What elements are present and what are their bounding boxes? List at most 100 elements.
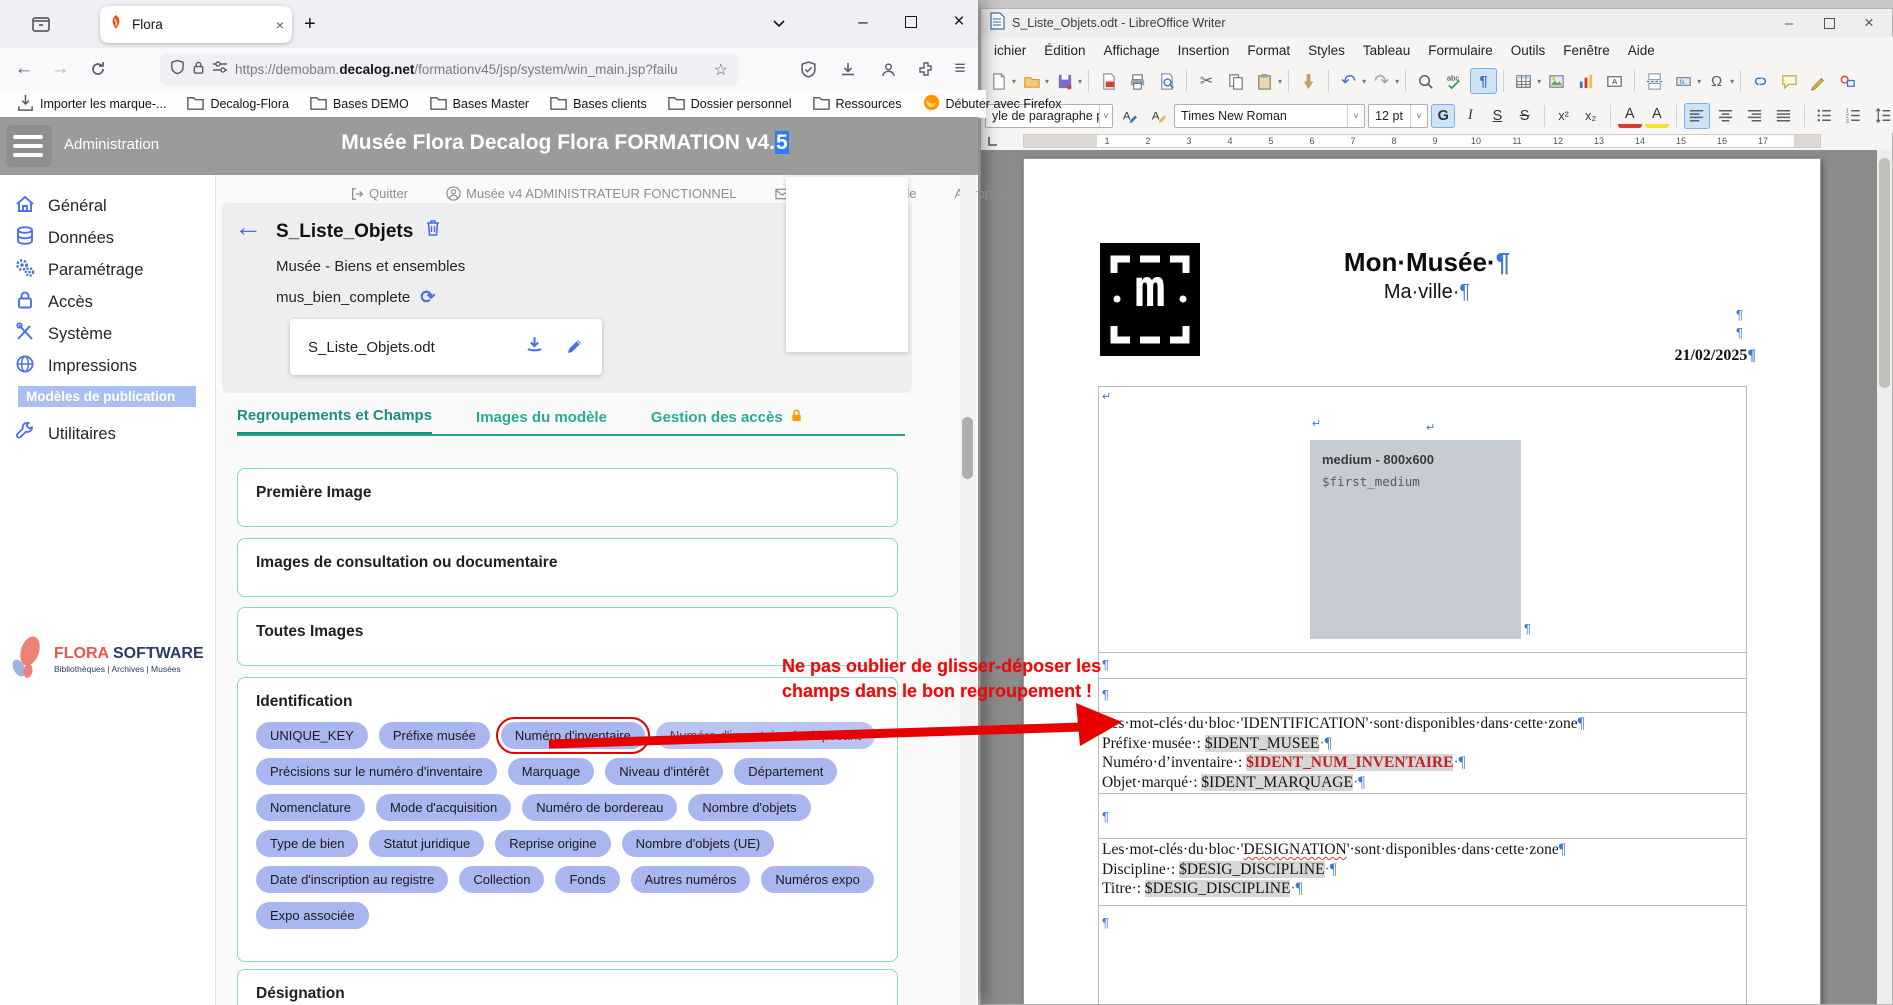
open-dropdown-icon[interactable]: ▾	[1045, 77, 1049, 86]
subscript-button[interactable]: x₂	[1579, 104, 1603, 128]
url-bar[interactable]: https://demobam.decalog.net/formationv45…	[160, 53, 738, 86]
group-images-consultation[interactable]: Images de consultation ou documentaire	[237, 538, 898, 597]
menu-styles[interactable]: Styles	[1299, 40, 1354, 61]
formatting-marks-icon[interactable]: ¶	[1470, 68, 1497, 94]
unordered-list-icon[interactable]	[1812, 103, 1838, 129]
group-identification[interactable]: Identification UNIQUE_KEYPréfixe muséeNu…	[237, 677, 898, 962]
strikethrough-button[interactable]: S	[1512, 104, 1536, 128]
group-designation[interactable]: Désignation	[237, 969, 898, 1005]
ordered-list-icon[interactable]: 123	[1841, 103, 1867, 129]
field-chip[interactable]: Département	[734, 758, 837, 785]
redo-icon[interactable]: ↷	[1368, 68, 1395, 94]
refresh-icon[interactable]: ⟳	[420, 287, 435, 308]
download-icon[interactable]	[832, 53, 864, 85]
clone-formatting-icon[interactable]	[1295, 68, 1322, 94]
show-draw-functions-icon[interactable]	[1834, 68, 1861, 94]
trash-icon[interactable]	[424, 221, 442, 242]
font-size-combo-dropdown-icon[interactable]: ˅	[1410, 105, 1427, 127]
sidebar-item-impressions[interactable]: Impressions	[0, 350, 229, 382]
user-link[interactable]: Musée v4 ADMINISTRATEUR FONCTIONNEL	[446, 186, 737, 201]
insert-table-icon[interactable]	[1510, 68, 1537, 94]
underline-button[interactable]: S	[1485, 104, 1509, 128]
extensions-icon[interactable]	[910, 53, 942, 85]
sidebar-item-general[interactable]: Général	[0, 190, 229, 222]
insert-hyperlink-icon[interactable]	[1747, 68, 1774, 94]
field-chip[interactable]: Type de bien	[256, 830, 358, 857]
style-new-icon[interactable]: A	[1116, 103, 1142, 129]
field-chip[interactable]: Fonds	[555, 866, 619, 893]
scrollbar-thumb[interactable]	[962, 417, 973, 479]
copy-icon[interactable]	[1222, 68, 1249, 94]
find-and-replace-icon[interactable]	[1412, 68, 1439, 94]
undo-icon[interactable]: ↶	[1335, 68, 1362, 94]
field-chip[interactable]: Autres numéros	[631, 866, 751, 893]
tab-regroupements-et-champs[interactable]: Regroupements et Champs	[237, 407, 432, 435]
lock-icon[interactable]	[192, 60, 205, 80]
menu-insertion[interactable]: Insertion	[1169, 40, 1239, 61]
align-right-icon[interactable]	[1742, 103, 1768, 129]
field-chip[interactable]: Nombre d'objets (UE)	[622, 830, 775, 857]
line-spacing-icon[interactable]	[1870, 103, 1893, 129]
menu-ichier[interactable]: ichier	[985, 40, 1035, 61]
highlight-color-button[interactable]: A	[1645, 104, 1669, 128]
font-name-combo-dropdown-icon[interactable]: ˅	[1347, 105, 1364, 127]
menu-affichage[interactable]: Affichage	[1095, 40, 1169, 61]
tab-images-du-modele[interactable]: Images du modèle	[476, 407, 607, 435]
bookmark-item[interactable]: Dossier personnel	[659, 91, 800, 117]
window-close-button[interactable]: ×	[942, 8, 976, 36]
insert-page-break-icon[interactable]	[1641, 68, 1668, 94]
writer-scrollbar[interactable]	[1877, 150, 1892, 1004]
insert-special-character-icon[interactable]: Ω	[1703, 68, 1730, 94]
font-name-combo[interactable]: Times New Roman˅	[1174, 104, 1365, 128]
new-document-dropdown-icon[interactable]: ▾	[1012, 77, 1016, 86]
account-icon[interactable]	[872, 53, 904, 85]
forward-icon[interactable]: →	[44, 53, 76, 85]
writer-close-button[interactable]: ×	[1851, 11, 1887, 35]
redo-dropdown-icon[interactable]: ▾	[1395, 77, 1399, 86]
bookmark-item[interactable]: Decalog-Flora	[178, 91, 297, 117]
image-placeholder[interactable]: medium - 800x600 $first_medium	[1310, 440, 1521, 639]
sidebar-item-acces[interactable]: Accès	[0, 286, 229, 318]
writer-minimize-button[interactable]: –	[1771, 11, 1807, 35]
bookmark-item[interactable]: Bases Master	[421, 91, 537, 117]
field-chip[interactable]: Préfixe musée	[379, 722, 490, 749]
menu-format[interactable]: Format	[1238, 40, 1299, 61]
align-left-icon[interactable]	[1684, 103, 1710, 129]
font-color-button[interactable]: A	[1618, 104, 1642, 128]
align-center-icon[interactable]	[1713, 103, 1739, 129]
track-changes-icon[interactable]	[1805, 68, 1832, 94]
download-file-icon[interactable]	[525, 335, 544, 359]
firefox-view-icon[interactable]	[30, 12, 52, 39]
insert-field-dropdown-icon[interactable]: ▾	[1697, 77, 1701, 86]
spelling-icon[interactable]: abc	[1441, 68, 1468, 94]
permissions-icon[interactable]	[212, 60, 228, 79]
field-chip[interactable]: Numéros expo	[761, 866, 874, 893]
field-chip[interactable]: Date d'inscription au registre	[256, 866, 448, 893]
window-minimize-button[interactable]: –	[846, 8, 880, 36]
paste-dropdown-icon[interactable]: ▾	[1278, 77, 1282, 86]
menu-icon[interactable]: ≡	[944, 53, 976, 85]
list-all-tabs-icon[interactable]	[772, 16, 786, 34]
bookmark-item[interactable]: Débuter avec Firefox	[914, 91, 1070, 117]
browser-tab[interactable]: Flora ×	[100, 6, 292, 43]
document-page[interactable]: m Mon·Musée·¶ Ma·ville·¶ ¶ ¶ 21/02/2025¶…	[1023, 158, 1821, 1004]
sidebar-item-systeme[interactable]: Système	[0, 318, 229, 350]
reload-icon[interactable]	[82, 53, 114, 85]
insert-chart-icon[interactable]	[1572, 68, 1599, 94]
menu-outils[interactable]: Outils	[1502, 40, 1555, 61]
sidebar-item-donnees[interactable]: Données	[0, 222, 229, 254]
menu-formulaire[interactable]: Formulaire	[1419, 40, 1502, 61]
tab-gestion-des-acces[interactable]: Gestion des accès	[651, 407, 803, 435]
italic-button[interactable]: I	[1458, 104, 1482, 128]
save-dropdown-icon[interactable]: ▾	[1078, 77, 1082, 86]
bold-button[interactable]: G	[1431, 104, 1455, 128]
url-text[interactable]: https://demobam.decalog.net/formationv45…	[235, 62, 707, 77]
cut-icon[interactable]: ✂	[1193, 68, 1220, 94]
field-chip[interactable]: Nomenclature	[256, 794, 365, 821]
back-icon[interactable]: ←	[8, 53, 40, 85]
field-chip[interactable]: Marquage	[508, 758, 595, 785]
insert-text-box-icon[interactable]: A	[1601, 68, 1628, 94]
menu-tableau[interactable]: Tableau	[1354, 40, 1419, 61]
font-size-combo[interactable]: 12 pt˅	[1368, 104, 1428, 128]
field-chip[interactable]: Numéro d'inventaire	[501, 722, 645, 749]
